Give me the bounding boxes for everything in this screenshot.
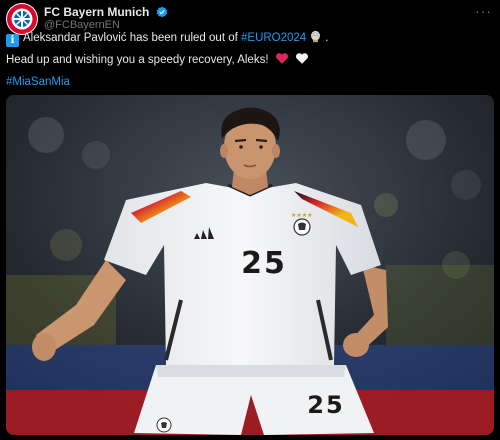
player-photo: ★★★★ 25 25 xyxy=(6,95,494,435)
hashtag-miasanmia[interactable]: #MiaSanMia xyxy=(6,76,70,88)
hashtag-euro2024[interactable]: #EURO2024 xyxy=(241,32,306,44)
red-heart-icon xyxy=(275,53,288,64)
tweet-text-part: Aleksandar Pavlović has been ruled out o… xyxy=(23,32,241,44)
shorts-crest-icon xyxy=(156,417,172,433)
info-icon: i xyxy=(6,34,19,47)
tweet-text-period: . xyxy=(325,32,329,44)
tweet-photo[interactable]: ★★★★ 25 25 xyxy=(6,95,494,435)
tweet-line-1: i Aleksandar Pavlović has been ruled out … xyxy=(6,30,328,47)
shirt-number: 25 xyxy=(241,246,287,281)
tweet-line-3: #MiaSanMia xyxy=(6,74,70,90)
svg-text:★★★★: ★★★★ xyxy=(291,212,313,219)
white-heart-icon xyxy=(295,53,308,64)
tweet-line-2: Head up and wishing you a speedy recover… xyxy=(6,52,309,68)
display-name-row[interactable]: FC Bayern Munich xyxy=(44,5,168,19)
display-name[interactable]: FC Bayern Munich xyxy=(44,5,149,19)
tweet-text-part: Head up and wishing you a speedy recover… xyxy=(6,54,269,66)
euro-trophy-icon xyxy=(311,30,321,43)
verified-badge-icon xyxy=(156,6,168,18)
tweet-header: FC Bayern Munich @FCBayernEN ··· xyxy=(6,3,494,35)
shorts-number: 25 xyxy=(307,391,344,419)
more-icon[interactable]: ··· xyxy=(475,3,492,19)
